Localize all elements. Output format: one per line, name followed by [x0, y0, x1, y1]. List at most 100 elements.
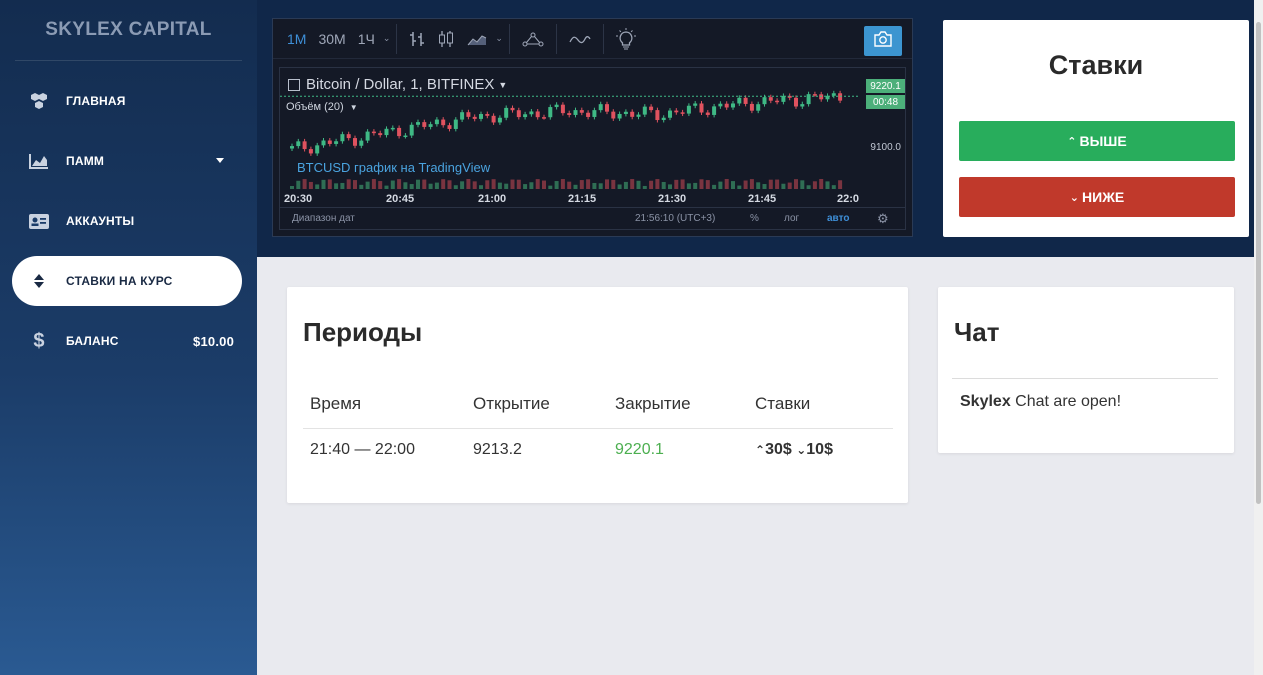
gear-icon[interactable]: ⚙ [877, 211, 889, 227]
volume-bar [308, 181, 313, 189]
candle-body [712, 106, 717, 115]
bet-up-amount: 30$ [765, 441, 792, 458]
cubes-icon [26, 91, 52, 111]
volume-bar [825, 181, 830, 189]
auto-toggle[interactable]: авто [827, 213, 849, 224]
sidebar-item-balance[interactable]: $ БАЛАНС $10.00 [12, 316, 242, 366]
volume-bar [548, 185, 553, 189]
volume-bar [453, 185, 458, 189]
volume-bar [699, 179, 704, 189]
symbol-legend[interactable]: Bitcoin / Dollar, 1, BITFINEX ▼ [288, 76, 507, 93]
volume-bar [661, 181, 666, 189]
candle-body [296, 141, 301, 147]
col-bets: Ставки [755, 394, 811, 413]
toolbar-divider [602, 23, 604, 54]
candle-body [397, 127, 402, 137]
candles-style-icon[interactable] [431, 19, 461, 59]
candle-body [749, 103, 754, 111]
lightbulb-icon[interactable] [610, 19, 642, 59]
id-card-icon [26, 211, 52, 231]
chat-text: Chat are open! [1015, 393, 1122, 410]
volume-bar [724, 179, 729, 189]
candle-body [359, 140, 364, 146]
volume-bar [510, 179, 515, 189]
tradingview-link[interactable]: BTCUSD график на TradingView [297, 160, 490, 175]
candle-body [560, 104, 565, 114]
screenshot-button[interactable] [864, 26, 902, 56]
candle-body [668, 110, 672, 118]
percent-toggle[interactable]: % [750, 213, 759, 224]
chart-plot-area[interactable]: Bitcoin / Dollar, 1, BITFINEX ▼ Объём (2… [279, 67, 906, 230]
volume-legend[interactable]: Объём (20) ▼ [286, 101, 358, 113]
candle-body [472, 116, 477, 119]
volume-bar [403, 182, 408, 189]
periods-table-header: Время Открытие Закрытие Ставки [303, 394, 893, 429]
brand-logo[interactable]: SKYLEX CAPITAL [0, 0, 257, 60]
candle-body [611, 111, 616, 119]
tradingview-chart[interactable]: 1M 30M 1Ч ⌄ ⌄ Bitcoin / Dollar, 1, BITFI… [272, 18, 913, 237]
candle-body [812, 94, 817, 96]
time-tick: 20:45 [386, 193, 415, 205]
candle-body [365, 131, 370, 141]
candle-body [485, 114, 490, 116]
interval-chevron-icon[interactable]: ⌄ [383, 33, 391, 44]
volume-bar [554, 181, 559, 189]
candle-body [636, 114, 641, 117]
volume-bar [460, 181, 465, 189]
chevron-down-icon [216, 158, 224, 163]
candle-body [504, 107, 509, 118]
volume-bar [365, 181, 370, 189]
volume-bar [762, 184, 767, 189]
volume-bar [705, 180, 710, 189]
chevron-down-icon: ⌄ [796, 443, 807, 457]
volume-bar [542, 180, 546, 189]
interval-1h[interactable]: 1Ч [352, 19, 381, 59]
volume-label: Объём (20) [286, 101, 344, 113]
date-range-button[interactable]: Диапазон дат [292, 213, 355, 224]
chat-card: Чат Skylex Chat are open! [938, 287, 1234, 453]
candle-body [693, 103, 698, 106]
interval-30m[interactable]: 30M [312, 19, 351, 59]
candle-body [655, 110, 660, 121]
price-axis-tick: 9100.0 [870, 142, 901, 153]
interval-1m[interactable]: 1M [281, 19, 312, 59]
col-time: Время [310, 394, 362, 413]
bet-up-label: ВЫШЕ [1079, 133, 1127, 149]
candle-body [466, 112, 471, 117]
indicators-icon[interactable] [563, 19, 597, 59]
candle-body [315, 145, 320, 154]
area-style-icon[interactable] [461, 19, 493, 59]
volume-bar [516, 179, 521, 189]
volume-bar [806, 185, 811, 189]
bars-style-icon[interactable] [403, 19, 431, 59]
candle-body [378, 133, 383, 136]
chevron-down-icon: ▼ [498, 79, 508, 90]
volume-bar [831, 185, 836, 189]
sidebar-item-home[interactable]: ГЛАВНАЯ [12, 76, 242, 126]
volume-bar [680, 179, 685, 189]
sidebar-item-accounts[interactable]: АККАУНТЫ [12, 196, 242, 246]
volume-bar [812, 181, 817, 189]
candle-body [428, 124, 433, 127]
chat-user: Skylex [960, 393, 1011, 410]
bet-up-button[interactable]: ⌃ ВЫШЕ [959, 121, 1235, 161]
candle-body [699, 103, 704, 113]
candle-body [529, 111, 534, 115]
chat-message: Skylex Chat are open! [960, 393, 1121, 411]
log-toggle[interactable]: лог [784, 213, 799, 224]
volume-bar [579, 180, 584, 189]
candle-body [642, 106, 647, 115]
compare-icon[interactable] [516, 19, 550, 59]
candle-body [567, 113, 572, 115]
sidebar-item-rate-bets[interactable]: СТАВКИ НА КУРС [12, 256, 242, 306]
candle-body [327, 140, 332, 144]
volume-bar [334, 183, 339, 189]
bet-down-button[interactable]: ⌄ НИЖЕ [959, 177, 1235, 217]
legend-checkbox[interactable] [288, 78, 300, 91]
style-chevron-icon[interactable]: ⌄ [495, 33, 503, 44]
volume-bar [649, 180, 654, 189]
scrollbar-thumb[interactable] [1256, 22, 1261, 504]
candle-body [542, 117, 546, 119]
candle-body [479, 114, 483, 119]
sidebar-item-pamm[interactable]: ПАММ [12, 136, 242, 186]
